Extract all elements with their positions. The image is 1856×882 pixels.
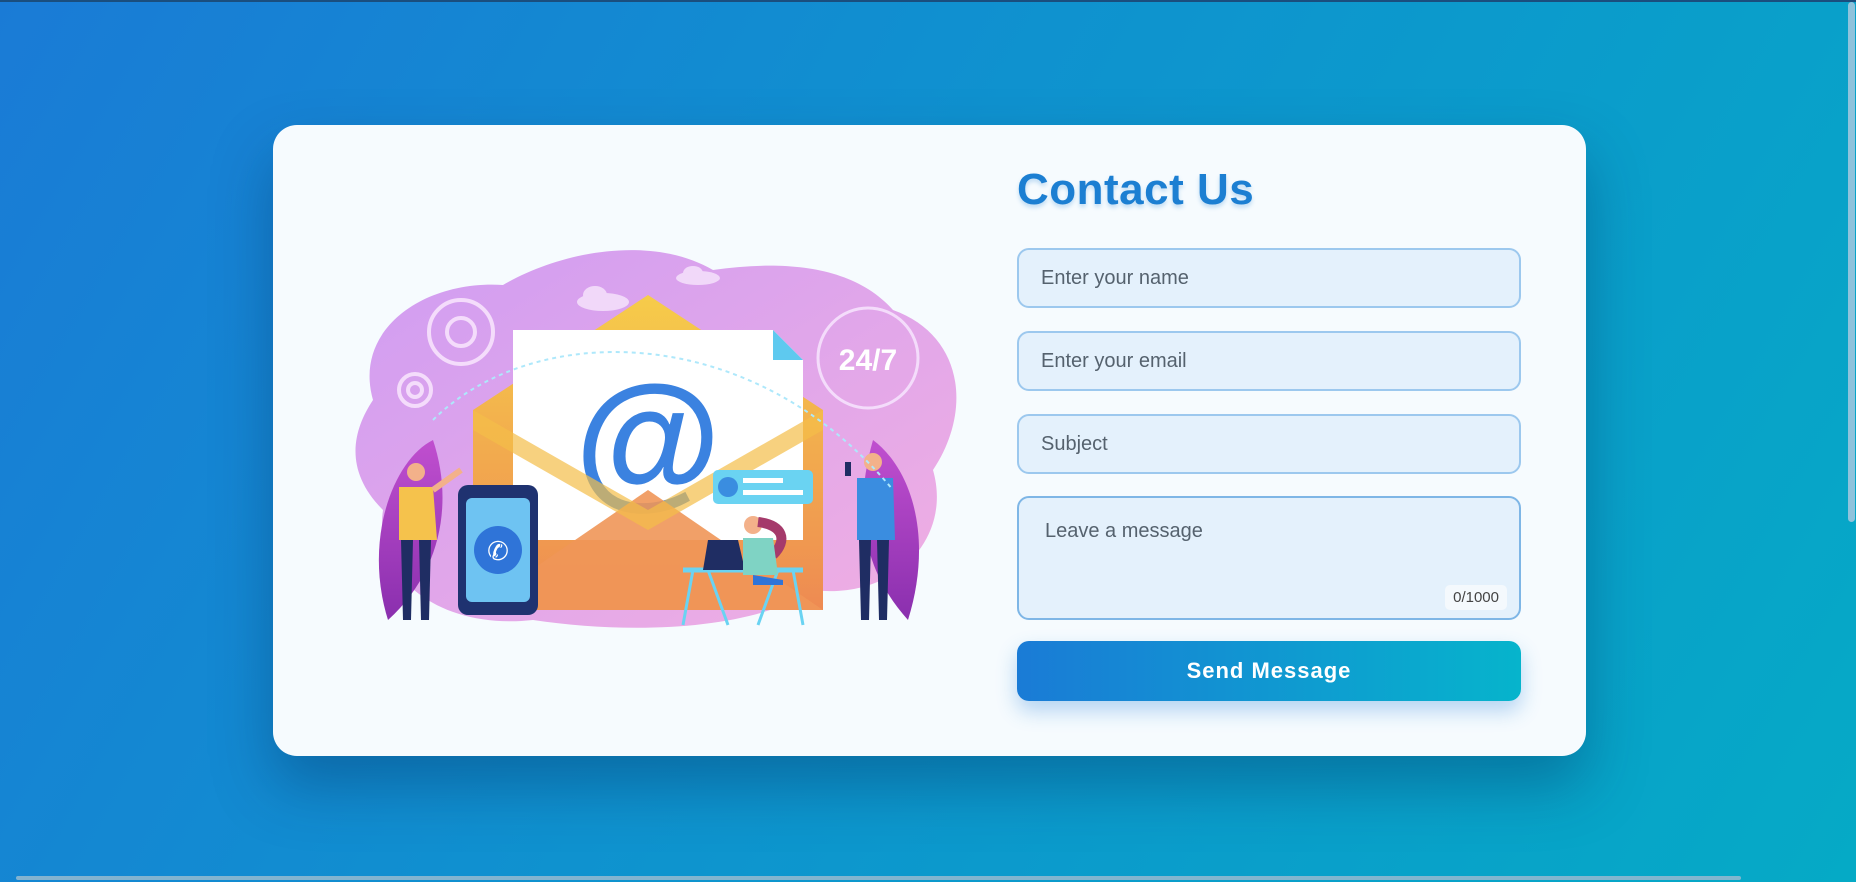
svg-text:24/7: 24/7: [839, 344, 897, 377]
email-input[interactable]: [1017, 331, 1521, 391]
contact-card: 24/7 @ ✆ Contact Us Enter your name Ente…: [273, 125, 1586, 756]
chat-bubble-illustration: [713, 470, 813, 504]
vertical-scrollbar-thumb[interactable]: [1848, 2, 1855, 522]
vertical-scrollbar[interactable]: [1846, 0, 1856, 882]
page-title: Contact Us: [1017, 165, 1255, 214]
send-message-button[interactable]: Send Message: [1017, 641, 1521, 701]
phone-call-icon: ✆: [487, 537, 509, 567]
contact-form: Contact Us 0/1000 Send Message: [1017, 165, 1521, 701]
char-counter: 0/1000: [1445, 585, 1507, 610]
name-input[interactable]: [1017, 248, 1521, 308]
message-field-wrapper: 0/1000: [1017, 496, 1521, 620]
contact-illustration: 24/7 @ ✆: [355, 250, 957, 628]
window-top-border: [0, 0, 1856, 2]
horizontal-scrollbar[interactable]: [16, 876, 1741, 880]
subject-input[interactable]: [1017, 414, 1521, 474]
phone-illustration: ✆: [458, 485, 538, 615]
